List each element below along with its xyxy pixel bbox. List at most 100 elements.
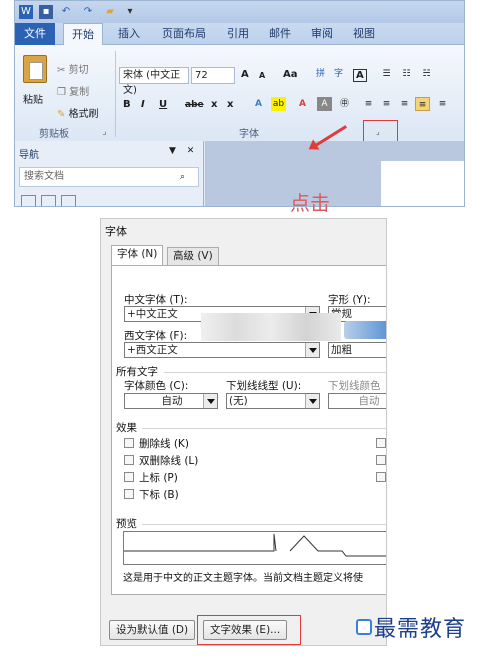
font-size-combo[interactable]: 72	[191, 67, 235, 84]
text-effect-icon[interactable]: A	[251, 97, 266, 111]
brush-icon: ✎	[57, 109, 69, 120]
chevron-down-icon	[203, 394, 217, 408]
nav-view-pages-icon[interactable]	[41, 195, 56, 206]
superscript-checkbox[interactable]	[124, 472, 134, 482]
tab-mailings[interactable]: 邮件	[263, 23, 297, 45]
preview-label: 预览	[116, 518, 137, 530]
align-left-icon[interactable]: ≡	[361, 97, 376, 111]
tab-advanced[interactable]: 高级 (V)	[167, 247, 219, 265]
numbering-icon[interactable]: ☷	[399, 67, 414, 81]
shrink-font-button[interactable]: A	[259, 71, 265, 80]
undo-icon[interactable]: ↶	[59, 5, 73, 19]
double-strikethrough-checkbox[interactable]	[124, 455, 134, 465]
enclosed-char-icon[interactable]: ㊥	[337, 97, 352, 111]
hidden-checkbox[interactable]	[376, 472, 386, 482]
set-default-button[interactable]: 设为默认值 (D)	[109, 620, 196, 640]
tab-font[interactable]: 字体 (N)	[111, 245, 164, 265]
customize-icon[interactable]: ▾	[123, 5, 137, 19]
redacted-area	[201, 313, 341, 341]
document-page[interactable]	[381, 161, 464, 206]
paste-button[interactable]: 粘贴	[23, 91, 43, 106]
tab-review[interactable]: 审阅	[305, 23, 339, 45]
nav-options-icon[interactable]: ▼	[165, 144, 180, 158]
search-icon[interactable]: ⌕	[175, 170, 190, 184]
tutorial-screenshot: W ▪ ↶ ↷ ▰ ▾ 文件 开始 插入 页面布局 引用 邮件 审阅 视图 粘贴…	[0, 0, 493, 661]
copy-icon: ❐	[57, 87, 70, 98]
bullets-icon[interactable]: ☰	[379, 67, 394, 81]
font-dialog-launcher-icon[interactable]: ⌟	[376, 127, 380, 136]
quick-access-toolbar: W ▪ ↶ ↷ ▰ ▾	[15, 1, 464, 23]
preview-box	[123, 531, 386, 565]
paste-icon[interactable]	[23, 55, 47, 83]
small-caps-checkbox[interactable]	[376, 438, 386, 448]
multilevel-icon[interactable]: ☵	[419, 67, 434, 81]
style-list-item-bold[interactable]: 加粗	[328, 342, 386, 358]
tab-insert[interactable]: 插入	[111, 23, 147, 45]
font-color-label: 字体颜色 (C):	[124, 380, 189, 392]
font-color-select[interactable]: 自动	[124, 393, 218, 409]
effects-label: 效果	[116, 422, 137, 434]
document-canvas	[205, 141, 464, 206]
preview-caption: 这是用于中文的正文主题字体。当前文档主题定义将使	[123, 573, 363, 584]
underline-style-label: 下划线线型 (U):	[226, 380, 302, 392]
style-label: 字形 (Y):	[328, 294, 371, 306]
underline-color-label: 下划线颜色	[328, 380, 381, 392]
nav-pane-title: 导航	[19, 150, 39, 161]
redo-icon[interactable]: ↷	[81, 5, 95, 19]
font-name-combo[interactable]: 宋体 (中文正文)	[119, 67, 189, 96]
strikethrough-button[interactable]: abe	[185, 100, 204, 110]
section-divider	[164, 372, 386, 373]
nav-view-results-icon[interactable]	[61, 195, 76, 206]
ribbon-tabs: 文件 开始 插入 页面布局 引用 邮件 审阅 视图	[15, 23, 464, 46]
copy-button[interactable]: ❐ 复制	[57, 83, 89, 98]
enclose-char-icon[interactable]: 字	[331, 67, 346, 81]
font-dialog: 字体 字体 (N) 高级 (V) 中文字体 (T): +中文正文 字形 (Y):…	[100, 218, 387, 646]
justify-icon[interactable]: ≡	[415, 97, 430, 111]
annotation-click-text: 点击	[290, 191, 330, 215]
save-icon[interactable]: ▪	[39, 5, 53, 19]
subscript-button[interactable]: x	[211, 99, 217, 110]
close-icon[interactable]: ✕	[183, 144, 198, 158]
watermark-logo-icon	[356, 619, 372, 635]
double-strikethrough-label: 双删除线 (L)	[139, 455, 199, 467]
distribute-icon[interactable]: ≡	[435, 97, 450, 111]
west-font-select[interactable]: +西文正文	[124, 342, 320, 358]
italic-button[interactable]: I	[141, 99, 145, 110]
align-right-icon[interactable]: ≡	[397, 97, 412, 111]
tab-view[interactable]: 视图	[347, 23, 381, 45]
underline-color-select[interactable]: 自动	[328, 393, 386, 409]
nav-view-headings-icon[interactable]	[21, 195, 36, 206]
strikethrough-checkbox[interactable]	[124, 438, 134, 448]
align-center-icon[interactable]: ≡	[379, 97, 394, 111]
nav-search-input[interactable]: 搜索文档	[19, 167, 199, 187]
char-shading-icon[interactable]: A	[317, 97, 332, 111]
highlight-icon[interactable]: ab	[271, 97, 286, 111]
underline-button[interactable]: U	[159, 99, 167, 110]
tab-file[interactable]: 文件	[15, 23, 55, 45]
clear-format-button[interactable]: A	[353, 69, 367, 82]
all-caps-checkbox[interactable]	[376, 455, 386, 465]
open-icon[interactable]: ▰	[103, 5, 117, 19]
all-text-label: 所有文字	[116, 366, 158, 378]
underline-style-select[interactable]: (无)	[226, 393, 320, 409]
strikethrough-label: 删除线 (K)	[139, 438, 189, 450]
superscript-label: 上标 (P)	[139, 472, 178, 484]
text-effects-highlight	[197, 615, 301, 645]
format-painter-button[interactable]: ✎ 格式刷	[57, 105, 99, 120]
phonetic-guide-icon[interactable]: 拼	[313, 67, 328, 81]
clipboard-launcher-icon[interactable]: ⌟	[97, 125, 112, 139]
west-font-label: 西文字体 (F):	[124, 330, 188, 342]
bold-button[interactable]: B	[123, 99, 131, 110]
clipboard-group-label: 剪贴板	[39, 129, 69, 140]
subscript-checkbox[interactable]	[124, 489, 134, 499]
dialog-title: 字体	[105, 225, 127, 238]
change-case-button[interactable]: Aa	[283, 69, 298, 80]
cut-button[interactable]: ✂ 剪切	[57, 61, 89, 76]
tab-page-layout[interactable]: 页面布局	[155, 23, 213, 45]
font-color-icon[interactable]: A	[295, 97, 310, 111]
grow-font-button[interactable]: A	[241, 69, 249, 80]
tab-home[interactable]: 开始	[63, 23, 103, 46]
tab-references[interactable]: 引用	[221, 23, 255, 45]
redacted-highlight	[344, 321, 386, 339]
superscript-button[interactable]: x	[227, 99, 233, 110]
